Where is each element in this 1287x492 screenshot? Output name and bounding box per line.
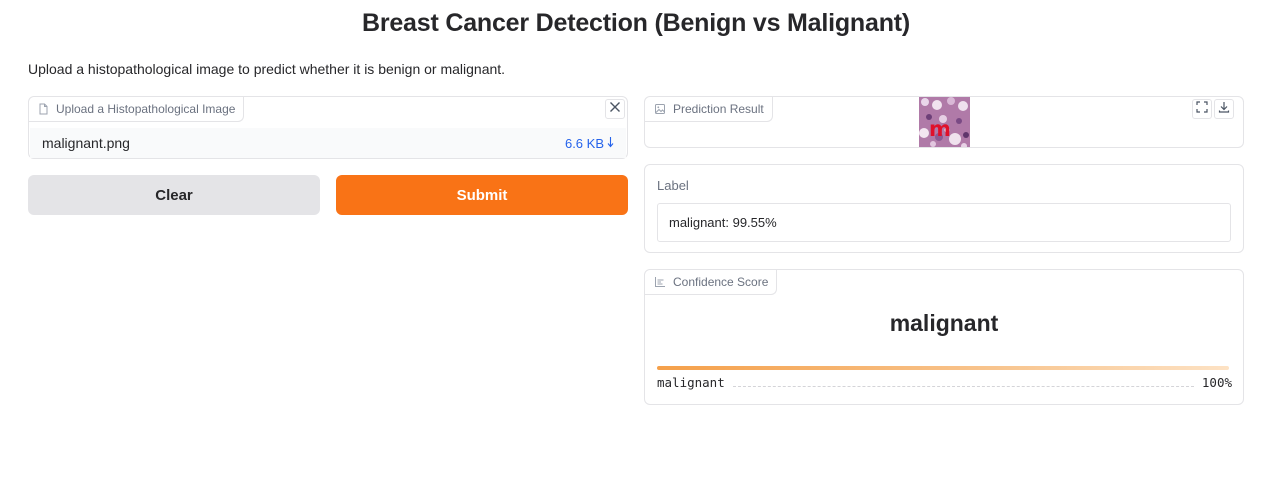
fullscreen-icon [1196, 100, 1208, 118]
image-icon [654, 103, 666, 115]
download-button[interactable] [1214, 99, 1234, 119]
prediction-result-panel: Prediction Result m [644, 96, 1244, 148]
file-name: malignant.png [42, 135, 130, 151]
clear-button[interactable]: Clear [28, 175, 320, 215]
chart-icon [654, 276, 666, 288]
confidence-class-name: malignant [657, 375, 725, 390]
confidence-row: malignant 100% [657, 375, 1232, 390]
label-output: malignant: 99.55% [657, 203, 1231, 242]
svg-text:m: m [929, 117, 951, 141]
upload-panel[interactable]: Upload a Histopathological Image maligna… [28, 96, 628, 159]
confidence-top-label: malignant [889, 310, 999, 336]
upload-label-tag: Upload a Histopathological Image [29, 97, 245, 122]
file-icon [38, 103, 49, 115]
file-download-link[interactable]: 6.6 KB [565, 136, 614, 151]
confidence-value: 100% [1201, 375, 1232, 390]
image-toolbar [1192, 99, 1234, 119]
page-description: Upload a histopathological image to pred… [28, 61, 506, 77]
prediction-image: m [919, 97, 970, 147]
download-arrow-icon [607, 136, 614, 151]
prediction-label: Prediction Result [673, 102, 764, 116]
uploaded-file-row: malignant.png 6.6 KB [30, 128, 626, 158]
confidence-leader-dots [732, 386, 1194, 387]
confidence-bar [657, 366, 1229, 370]
confidence-label-tag: Confidence Score [645, 270, 778, 295]
file-size: 6.6 KB [564, 135, 604, 151]
close-icon [609, 100, 621, 118]
confidence-panel: Confidence Score malignant malignant 100… [644, 269, 1244, 405]
clear-file-button[interactable] [605, 99, 625, 119]
page-title: Breast Cancer Detection (Benign vs Malig… [361, 9, 911, 37]
upload-label: Upload a Histopathological Image [56, 102, 236, 116]
download-icon [1218, 100, 1230, 118]
fullscreen-button[interactable] [1192, 99, 1212, 119]
label-title: Label [657, 178, 689, 193]
submit-button[interactable]: Submit [336, 175, 628, 215]
label-panel: Label malignant: 99.55% [644, 164, 1244, 253]
prediction-label-tag: Prediction Result [645, 97, 773, 122]
label-value: malignant: 99.55% [669, 215, 777, 230]
confidence-label: Confidence Score [673, 275, 769, 289]
